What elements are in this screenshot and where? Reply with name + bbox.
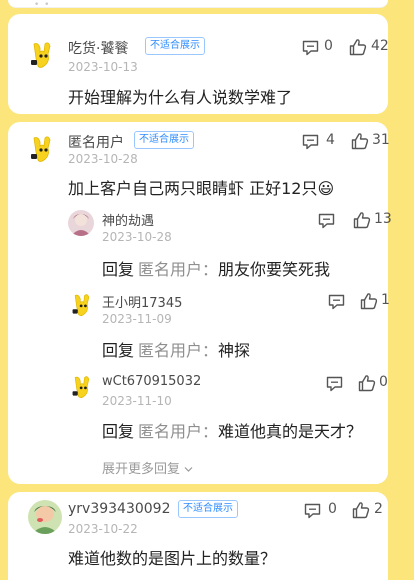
user-avatar[interactable]: [28, 500, 62, 534]
comment-count: 0: [328, 501, 337, 517]
like-count: 31: [372, 132, 390, 148]
thumbs-up-icon[interactable]: [360, 292, 378, 314]
comment-text: 难道他数的是图片上的数量？: [68, 549, 277, 568]
comment-text: 开始理解为什么有人说数学难了: [68, 88, 293, 107]
thumbs-up-icon[interactable]: [351, 132, 369, 154]
not-suitable-badge: 不适合展示: [145, 37, 205, 55]
reply-date: 2023-11-09: [102, 312, 172, 326]
mascot-avatar-icon[interactable]: [70, 292, 94, 318]
reply-body: 朋友你要笑死我: [218, 260, 331, 279]
reply-label: 回复: [102, 422, 135, 441]
expand-more-replies[interactable]: 展开更多回复: [102, 458, 193, 477]
like-count: 1: [381, 292, 390, 308]
comment-date: 2023-10-28: [68, 152, 138, 166]
reply-body: 神探: [218, 341, 251, 360]
commenter-name[interactable]: 匿名用户: [68, 132, 124, 152]
comment-count: 4: [326, 132, 335, 148]
reply-text: 回复 匿名用户：朋友你要笑死我: [102, 256, 330, 280]
reply-date: 2023-11-10: [102, 394, 172, 408]
reply-target[interactable]: 匿名用户：: [138, 260, 218, 279]
comment-icon[interactable]: [302, 134, 319, 154]
reply-target[interactable]: 匿名用户：: [138, 341, 218, 360]
like-count: 42: [371, 38, 389, 54]
comment-card: 吃货·饕餮 不适合展示 2023-10-13 开始理解为什么有人说数学难了 0 …: [8, 14, 389, 114]
comment-count: 0: [324, 38, 333, 54]
thumbs-up-icon[interactable]: [353, 211, 371, 233]
chevron-down-icon: [184, 462, 193, 477]
comment-icon[interactable]: [304, 503, 321, 523]
reply-text: 回复 匿名用户：神探: [102, 337, 250, 361]
reply-target[interactable]: 匿名用户：: [138, 422, 218, 441]
comment-icon[interactable]: [302, 40, 319, 60]
comment-card: 匿名用户 不适合展示 2023-10-28 加上客户自己两只眼睛虾 正好12只😃…: [8, 122, 392, 484]
comment-card: yrv393430092 不适合展示 2023-10-22 难道他数的是图片上的…: [8, 492, 388, 580]
comment-icon[interactable]: [318, 213, 335, 233]
mascot-avatar-icon[interactable]: [28, 134, 56, 164]
user-avatar[interactable]: [68, 210, 94, 236]
comment-text: 加上客户自己两只眼睛虾 正好12只😃: [68, 179, 335, 198]
reply-body: 难道他真的是天才？: [218, 422, 363, 441]
thumbs-up-icon[interactable]: [352, 501, 370, 523]
reply-author-name[interactable]: 神的劫遇: [102, 210, 154, 229]
comment-date: 2023-10-13: [68, 60, 138, 74]
thumbs-up-icon[interactable]: [358, 374, 376, 396]
comment-icon[interactable]: [326, 376, 343, 396]
like-count: 2: [374, 501, 383, 517]
reply-label: 回复: [102, 341, 135, 360]
card-separator: [8, 484, 388, 492]
previous-card-edge: • •: [8, 0, 388, 10]
more-dots-icon: • •: [34, 0, 51, 10]
like-count: 13: [374, 211, 392, 227]
reply-author-name[interactable]: 王小明17345: [102, 292, 182, 311]
reply-text: 回复 匿名用户：难道他真的是天才？: [102, 418, 362, 442]
thumbs-up-icon[interactable]: [349, 38, 367, 60]
commenter-name[interactable]: yrv393430092: [68, 501, 171, 517]
like-count: 0: [379, 374, 388, 390]
comment-date: 2023-10-22: [68, 522, 138, 536]
not-suitable-badge: 不适合展示: [134, 131, 194, 149]
mascot-avatar-icon[interactable]: [70, 374, 94, 400]
card-separator: [8, 114, 388, 122]
commenter-name[interactable]: 吃货·饕餮: [68, 38, 128, 58]
reply-label: 回复: [102, 260, 135, 279]
reply-date: 2023-10-28: [102, 230, 172, 244]
not-suitable-badge: 不适合展示: [178, 500, 238, 518]
mascot-avatar-icon[interactable]: [28, 40, 56, 70]
reply-author-name[interactable]: wCt670915032: [102, 374, 201, 389]
expand-more-replies-label: 展开更多回复: [102, 462, 181, 477]
comment-icon[interactable]: [328, 294, 345, 314]
